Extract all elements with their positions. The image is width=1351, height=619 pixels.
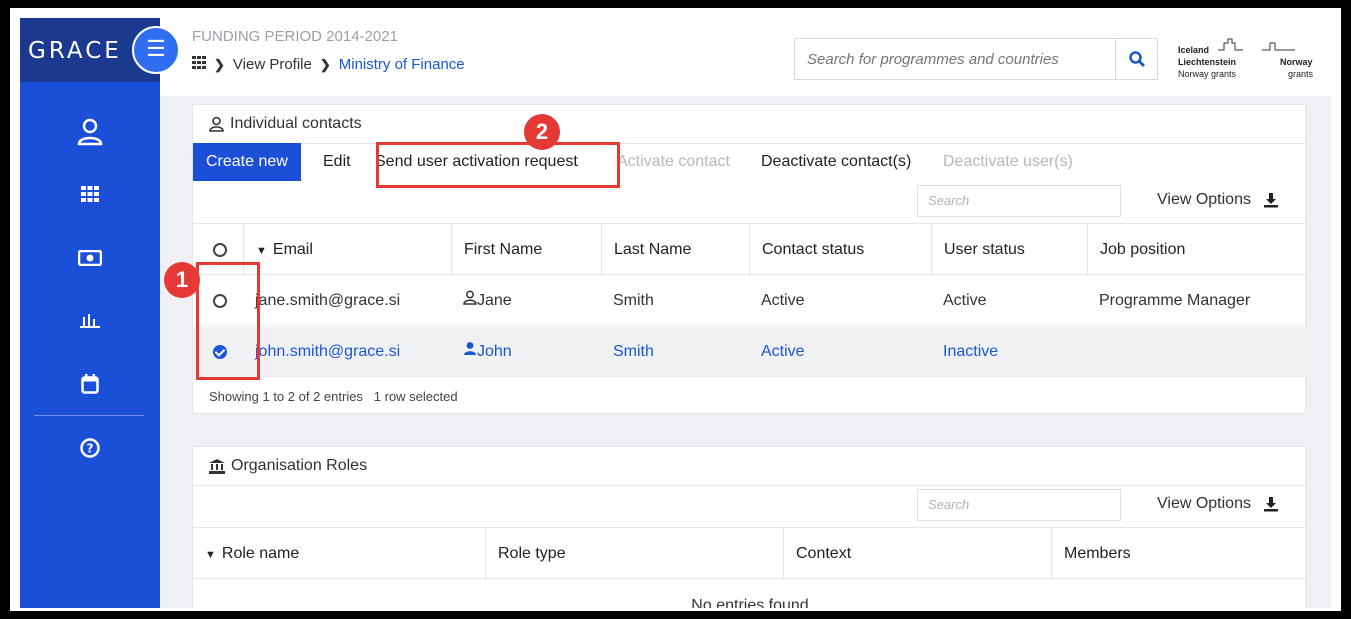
search-icon bbox=[1128, 51, 1145, 67]
column-header-first-name[interactable]: First Name bbox=[451, 224, 601, 276]
individual-contacts-title: Individual contacts bbox=[209, 115, 362, 133]
bank-icon bbox=[209, 458, 225, 474]
menu-icon: ☰ bbox=[146, 36, 166, 61]
chart-icon[interactable] bbox=[20, 312, 160, 333]
callout-box-2 bbox=[376, 142, 620, 188]
cell-first-name: Jane bbox=[451, 276, 512, 326]
cell-first-name: John bbox=[451, 327, 512, 377]
cell-last-name: Smith bbox=[613, 292, 654, 309]
sort-down-icon: ▼ bbox=[256, 245, 267, 257]
table-row-selected[interactable]: john.smith@grace.si John Smith Active In… bbox=[193, 327, 1307, 377]
column-header-contact-status[interactable]: Contact status bbox=[749, 224, 931, 276]
organisation-roles-title: Organisation Roles bbox=[209, 457, 367, 475]
edit-button[interactable]: Edit bbox=[323, 153, 351, 171]
download-icon[interactable] bbox=[1263, 192, 1279, 208]
callout-badge-1: 1 bbox=[164, 262, 200, 298]
cell-last-name: Smith bbox=[613, 343, 654, 360]
panel-divider bbox=[193, 485, 1307, 486]
cell-email: jane.smith@grace.si bbox=[255, 292, 401, 309]
sidebar: GRACE ? bbox=[20, 18, 160, 608]
view-options-button[interactable]: View Options bbox=[1157, 495, 1279, 513]
empty-state-text: No entries found bbox=[691, 597, 809, 608]
create-new-button[interactable]: Create new bbox=[193, 143, 301, 181]
user-icon[interactable] bbox=[20, 118, 160, 151]
breadcrumb: ❯ View Profile ❯ Ministry of Finance bbox=[192, 56, 465, 73]
cell-contact-status: Active bbox=[761, 292, 805, 309]
callout-badge-2: 2 bbox=[524, 114, 560, 150]
column-header-members[interactable]: Members bbox=[1051, 528, 1307, 580]
column-header-role-name[interactable]: ▼ Role name bbox=[193, 528, 485, 580]
global-search bbox=[794, 38, 1158, 80]
roles-search-input[interactable]: Search bbox=[917, 489, 1121, 521]
app-window: GRACE ? FUNDING PERIOD 2014-2021 ❯ View … bbox=[20, 18, 1331, 608]
cell-contact-status: Active bbox=[761, 343, 805, 360]
column-header-email[interactable]: ▼ Email bbox=[243, 224, 451, 276]
svg-text:?: ? bbox=[87, 442, 94, 456]
grid-icon[interactable] bbox=[20, 186, 160, 207]
money-icon[interactable] bbox=[20, 249, 160, 271]
table-info: Showing 1 to 2 of 2 entries 1 row select… bbox=[209, 389, 458, 404]
individual-contacts-panel: Individual contacts Create new Edit Send… bbox=[192, 104, 1307, 414]
table-row[interactable]: jane.smith@grace.si Jane Smith Active Ac… bbox=[193, 276, 1307, 326]
funding-period-label: FUNDING PERIOD 2014-2021 bbox=[192, 28, 398, 45]
view-options-button[interactable]: View Options bbox=[1157, 191, 1279, 209]
cell-user-status: Inactive bbox=[943, 343, 999, 360]
select-all-radio[interactable] bbox=[213, 243, 227, 257]
menu-toggle-button[interactable]: ☰ bbox=[132, 26, 180, 74]
help-icon[interactable]: ? bbox=[20, 438, 160, 463]
organisation-roles-panel: Organisation Roles Search View Options ▼… bbox=[192, 446, 1307, 608]
activate-contact-button[interactable]: Activate contact bbox=[617, 153, 730, 171]
app-logo: GRACE bbox=[28, 38, 122, 64]
column-header-context[interactable]: Context bbox=[783, 528, 1051, 580]
global-search-input[interactable] bbox=[795, 39, 1115, 79]
user-icon bbox=[209, 116, 224, 132]
top-header: FUNDING PERIOD 2014-2021 ❯ View Profile … bbox=[160, 18, 1331, 96]
calendar-icon[interactable] bbox=[20, 374, 160, 399]
callout-box-1 bbox=[196, 262, 260, 380]
roles-table-header: ▼ Role name Role type Context Members bbox=[193, 527, 1307, 580]
download-icon[interactable] bbox=[1263, 496, 1279, 512]
column-header-role-type[interactable]: Role type bbox=[485, 528, 783, 580]
grid-icon[interactable] bbox=[192, 56, 206, 73]
cell-job-position bbox=[1087, 327, 1099, 377]
cell-email[interactable]: john.smith@grace.si bbox=[245, 327, 400, 377]
contacts-table-header: ▼ Email First Name Last Name Contact stat… bbox=[193, 223, 1307, 276]
sort-down-icon: ▼ bbox=[205, 549, 216, 561]
cell-job-position: Programme Manager bbox=[1099, 292, 1251, 309]
deactivate-users-button[interactable]: Deactivate user(s) bbox=[943, 153, 1073, 171]
contacts-search-input[interactable]: Search bbox=[917, 185, 1121, 217]
chevron-right-icon: ❯ bbox=[214, 56, 225, 72]
sidebar-divider bbox=[34, 415, 144, 416]
column-header-job-position[interactable]: Job position bbox=[1087, 224, 1307, 276]
eea-norway-grants-logo: Iceland Liechtenstein Norway Norway gran… bbox=[1174, 38, 1324, 82]
search-button[interactable] bbox=[1115, 39, 1157, 79]
breadcrumb-view-profile[interactable]: View Profile bbox=[233, 56, 312, 73]
chevron-right-icon: ❯ bbox=[319, 56, 331, 72]
user-icon bbox=[464, 342, 476, 355]
column-header-user-status[interactable]: User status bbox=[931, 224, 1087, 276]
screenshot-frame: GRACE ? FUNDING PERIOD 2014-2021 ❯ View … bbox=[10, 8, 1341, 611]
column-header-last-name[interactable]: Last Name bbox=[601, 224, 749, 276]
user-icon bbox=[463, 290, 477, 305]
cell-user-status: Active bbox=[943, 292, 987, 309]
panel-divider bbox=[193, 143, 1307, 144]
breadcrumb-ministry[interactable]: Ministry of Finance bbox=[339, 56, 465, 73]
deactivate-contacts-button[interactable]: Deactivate contact(s) bbox=[761, 153, 911, 171]
